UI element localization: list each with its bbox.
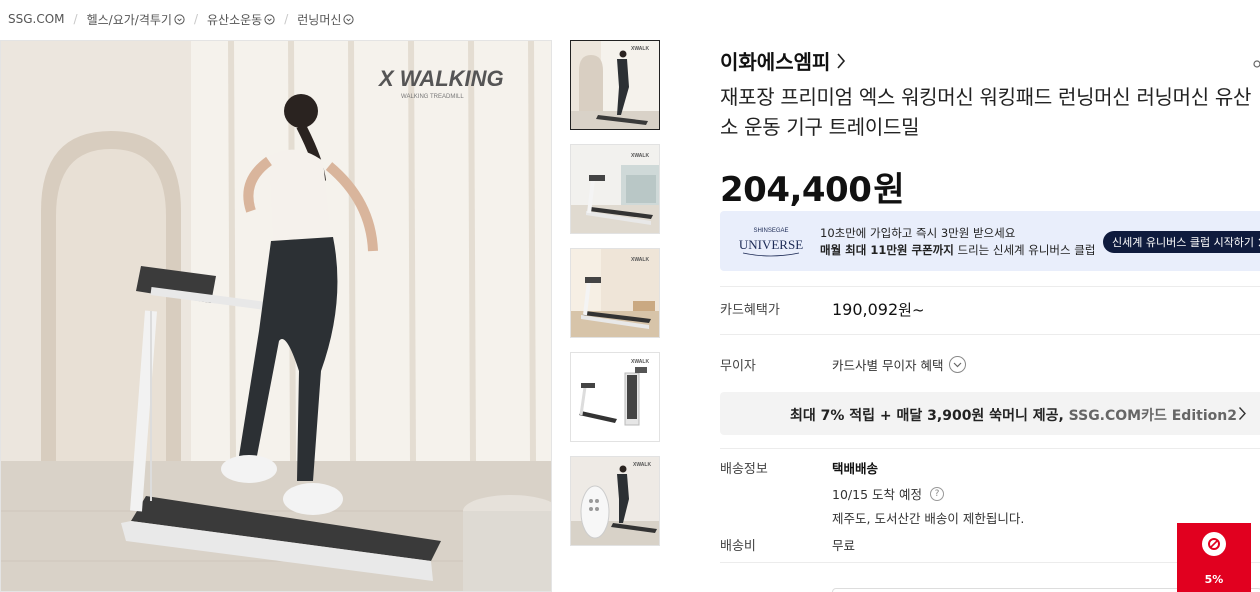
promo-text: 최대 7% 적립 + 매달 3,900원 쑥머니 제공, SSG.COM카드 E… <box>790 405 1237 425</box>
coupon-floating-button[interactable]: 5% <box>1177 523 1251 592</box>
breadcrumb-separator: / <box>284 12 289 26</box>
shipping-note: 제주도, 도서산간 배송이 제한됩니다. <box>832 511 1025 526</box>
shipping-method: 택배배송 <box>832 461 879 476</box>
chevron-down-circle-icon <box>264 13 275 25</box>
ssg-pay-logo-icon <box>1202 532 1226 556</box>
shipping-date-text: 10/15 도착 예정 <box>832 487 922 502</box>
breadcrumb-label: 런닝머신 <box>297 12 342 27</box>
universe-start-button-label: 신세계 유니버스 클럽 시작하기 <box>1112 236 1255 249</box>
price-unit: 원 <box>873 170 905 210</box>
promo-text-bold: 최대 7% 적립 + 매달 3,900원 쑥머니 제공, <box>790 408 1069 424</box>
universe-start-button[interactable]: 신세계 유니버스 클럽 시작하기 <box>1103 231 1260 253</box>
breadcrumb-label: 유산소운동 <box>207 12 263 27</box>
divider <box>720 286 1260 287</box>
promo-text-card: SSG.COM카드 Edition2 <box>1068 408 1237 424</box>
brand-logo: X WALKING <box>377 66 504 91</box>
svg-text:XWALK: XWALK <box>633 462 651 468</box>
breadcrumb-label: 헬스/요가/격투기 <box>86 12 172 27</box>
svg-text:UNIVERSE: UNIVERSE <box>739 237 803 252</box>
card-benefit-unit: 원~ <box>898 301 925 319</box>
shipping-info-label: 배송정보 <box>720 462 768 477</box>
universe-line-2-rest: 드리는 신세계 유니버스 클럽 <box>953 243 1096 257</box>
chevron-down-circle-icon <box>343 13 355 25</box>
divider <box>720 448 1260 449</box>
card-benefit-value: 190,092 <box>832 300 899 319</box>
main-product-image[interactable]: X WALKING WALKING TREADMILL <box>0 40 552 592</box>
thumbnail-4[interactable]: XWALK <box>570 352 660 442</box>
chevron-down-circle-icon <box>949 356 967 373</box>
brand-subtitle: WALKING TREADMILL <box>401 94 464 100</box>
breadcrumb-item-fitness[interactable]: 헬스/요가/격투기 <box>87 11 185 28</box>
breadcrumb: SSG.COM / 헬스/요가/격투기 / 유산소운동 / 런닝머신 <box>8 10 355 28</box>
svg-text:XWALK: XWALK <box>631 153 649 159</box>
card-promo-banner[interactable]: 최대 7% 적립 + 매달 3,900원 쑥머니 제공, SSG.COM카드 E… <box>720 392 1260 435</box>
card-benefit-price: 190,092원~ <box>832 299 925 320</box>
thumbnail-1[interactable]: XWALK <box>570 40 660 130</box>
shipping-fee-label: 배송비 <box>720 539 756 554</box>
product-title: 재포장 프리미엄 엑스 워킹머신 워킹패드 런닝머신 러닝머신 유산소 운동 기… <box>720 85 1252 139</box>
interest-free-label: 무이자 <box>720 359 756 374</box>
breadcrumb-item-treadmill[interactable]: 런닝머신 <box>297 11 355 28</box>
thumbnail-2[interactable]: XWALK <box>570 144 660 234</box>
help-icon[interactable]: ? <box>929 486 944 501</box>
universe-line-1: 10초만에 가입하고 즉시 3만원 받으세요 <box>820 226 1016 240</box>
shipping-fee: 무료 <box>832 538 856 553</box>
thumbnail-5[interactable]: XWALK <box>570 456 660 546</box>
price-value: 204,400 <box>720 170 872 210</box>
chevron-right-icon <box>1238 406 1247 425</box>
interest-free-text: 카드사별 무이자 혜택 <box>832 358 944 373</box>
share-icon[interactable] <box>1252 54 1260 68</box>
thumbnail-3[interactable]: XWALK <box>570 248 660 338</box>
shipping-date: 10/15 도착 예정 ? <box>832 484 944 503</box>
coupon-percent: 5% <box>1204 573 1224 586</box>
seller-name: 이화에스엠피 <box>720 50 831 74</box>
svg-text:XWALK: XWALK <box>631 359 649 365</box>
svg-text:SHINSEGAE: SHINSEGAE <box>753 228 788 234</box>
chevron-right-icon <box>836 52 846 70</box>
product-price: 204,400 원 <box>720 162 905 211</box>
universe-line-2-bold: 매월 최대 11만원 쿠폰까지 <box>820 243 954 257</box>
seller-link[interactable]: 이화에스엠피 <box>720 46 846 75</box>
interest-free-toggle[interactable]: 카드사별 무이자 혜택 <box>832 355 967 374</box>
universe-club-banner[interactable]: SHINSEGAE UNIVERSE 10초만에 가입하고 즉시 3만원 받으세… <box>720 211 1260 271</box>
shinsegae-universe-logo: SHINSEGAE UNIVERSE <box>739 223 803 259</box>
breadcrumb-separator: / <box>73 12 78 26</box>
divider <box>720 334 1260 335</box>
card-benefit-label: 카드혜택가 <box>720 303 780 318</box>
breadcrumb-separator: / <box>193 12 198 26</box>
universe-line-2: 매월 최대 11만원 쿠폰까지 드리는 신세계 유니버스 클럽 <box>820 242 1095 258</box>
breadcrumb-item-cardio[interactable]: 유산소운동 <box>207 11 275 28</box>
chevron-down-circle-icon <box>174 13 185 25</box>
breadcrumb-home[interactable]: SSG.COM <box>8 12 65 26</box>
svg-text:XWALK: XWALK <box>631 46 649 52</box>
svg-text:XWALK: XWALK <box>631 257 649 263</box>
